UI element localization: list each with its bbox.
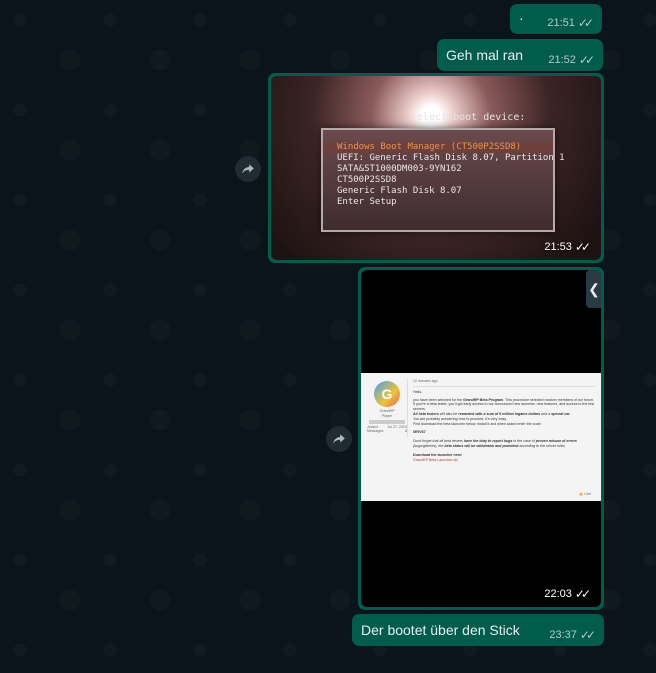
double-check-icon: ✓✓ [579,628,596,642]
double-check-icon: ✓✓ [578,53,595,67]
message-bubble-2[interactable]: Geh mal ran 21:52 ✓✓ [437,39,603,71]
post-timestamp: 12 minutes ago [413,379,438,383]
message-text: · [519,10,524,26]
forum-post-frame: G GrandRP Player Joined Jul 27, 2023 Mess… [361,373,601,501]
chevron-left-icon: ❮ [588,280,600,297]
image-message[interactable]: elect boot device: Windows Boot Manager … [268,73,604,263]
message-text: Der bootet über den Stick [361,622,520,638]
forward-arrow-icon [242,164,254,174]
video-player[interactable]: G GrandRP Player Joined Jul 27, 2023 Mess… [361,270,601,607]
boot-menu-screen: Windows Boot Manager (CT500P2SSD8) UEFI:… [321,128,565,232]
message-time: 23:37 [549,629,577,641]
author-messages: Messages 8 [367,429,407,434]
boot-option: CT500P2SSD8 [337,175,397,185]
post-like: 👍 Like [578,492,591,497]
message-text: Geh mal ran [446,47,524,63]
message-meta: 23:37 ✓✓ [549,628,596,642]
message-time: 21:52 [548,54,576,66]
message-bubble-5[interactable]: Der bootet über den Stick 23:37 ✓✓ [352,614,604,646]
double-check-icon: ✓✓ [577,16,594,30]
video-message[interactable]: G GrandRP Player Joined Jul 27, 2023 Mess… [358,267,604,610]
message-time: 22:03 [544,588,572,600]
author-banner [369,419,405,424]
message-time: 21:51 [547,17,575,29]
post-body: 12 minutes ago Hello, you have been sele… [413,379,595,462]
post-author-panel: G GrandRP Player Joined Jul 27, 2023 Mess… [367,379,408,437]
boot-option: Windows Boot Manager (CT500P2SSD8) [323,142,553,153]
boot-menu-photo[interactable]: elect boot device: Windows Boot Manager … [271,76,601,260]
author-avatar: G [374,381,400,407]
forward-arrow-icon [333,434,345,444]
boot-option: UEFI: Generic Flash Disk 8.07, Partition… [337,153,565,163]
double-check-icon: ✓✓ [574,587,591,601]
forward-button[interactable] [235,156,261,182]
author-role: Player [381,413,393,418]
message-meta: 22:03 ✓✓ [544,587,591,601]
side-panel-tab[interactable]: ❮ [586,270,601,308]
message-meta: 21:52 ✓✓ [548,53,595,67]
message-time: 21:53 [544,241,572,253]
forward-button[interactable] [326,426,352,452]
message-meta: 21:53 ✓✓ [544,240,591,254]
post-paragraph-1: you have been selected for the GrandRP B… [413,397,595,412]
boot-menu-title: elect boot device: [417,112,526,123]
message-meta: 21:51 ✓✓ [547,16,594,30]
post-paragraph-5: Don't forget that all beta testers have … [413,439,577,448]
post-download-link: GrandRP Beta Launcher.zip [413,457,458,462]
message-bubble-1[interactable]: · 21:51 ✓✓ [510,4,602,34]
boot-option: Generic Flash Disk 8.07 [337,186,462,196]
boot-option: SATA&ST1000DM003-9YN162 [337,164,462,174]
boot-option: Enter Setup [337,197,397,207]
double-check-icon: ✓✓ [574,240,591,254]
